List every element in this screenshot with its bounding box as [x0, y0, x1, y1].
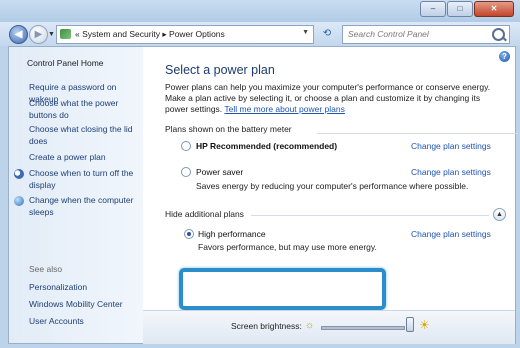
help-icon[interactable]: ?: [499, 51, 510, 62]
back-button[interactable]: ◀: [9, 25, 28, 44]
plan-name-high-performance[interactable]: High performance: [198, 229, 266, 239]
address-dropdown-icon[interactable]: ▼: [302, 29, 309, 36]
sidebar-item-computer-sleeps[interactable]: Change when the computer sleeps: [29, 194, 139, 218]
control-panel-icon: [60, 29, 71, 39]
power-options-window: – □ ✕ ◀ ▶ ▼ « System and Security ▸ Powe…: [0, 0, 520, 348]
brightness-label: Screen brightness:: [231, 321, 302, 331]
dim-sun-icon: ☼: [305, 320, 315, 331]
recent-pages-dropdown-icon[interactable]: ▼: [48, 31, 55, 38]
sleep-globe-icon: [14, 196, 24, 206]
plan-name-power-saver[interactable]: Power saver: [196, 167, 243, 177]
see-also-heading: See also: [29, 264, 63, 274]
change-plan-settings-power-saver[interactable]: Change plan settings: [411, 167, 491, 177]
back-arrow-icon: ◀: [14, 29, 23, 40]
refresh-icon[interactable]: ⟲: [318, 26, 336, 41]
power-plans-help-link[interactable]: Tell me more about power plans: [224, 104, 344, 114]
navigation-bar: ◀ ▶ ▼ « System and Security ▸ Power Opti…: [0, 22, 520, 46]
sidebar: Control Panel Home Require a password on…: [9, 47, 143, 343]
breadcrumb[interactable]: « System and Security ▸ Power Options: [75, 29, 225, 40]
sidebar-item-closing-lid[interactable]: Choose what closing the lid does: [29, 123, 139, 147]
sidebar-item-personalization[interactable]: Personalization: [29, 281, 139, 293]
collapse-chevron-icon[interactable]: ▲: [493, 208, 506, 221]
sidebar-item-power-buttons[interactable]: Choose what the power buttons do: [29, 97, 139, 121]
battery-meter-section-label: Plans shown on the battery meter: [165, 124, 292, 134]
plan-name-hp-recommended[interactable]: HP Recommended (recommended): [196, 141, 337, 151]
brightness-bar: Screen brightness: ☼ ☀: [143, 310, 515, 344]
change-plan-settings-hp-recommended[interactable]: Change plan settings: [411, 141, 491, 151]
brightness-slider-track[interactable]: [321, 326, 405, 330]
plan-desc-power-saver: Saves energy by reducing your computer's…: [196, 181, 469, 191]
search-input[interactable]: Search Control Panel: [342, 25, 510, 44]
minimize-button[interactable]: –: [420, 1, 446, 17]
content-area: Control Panel Home Require a password on…: [8, 46, 518, 344]
plan-radio-high-performance[interactable]: [184, 229, 194, 239]
plan-radio-hp-recommended[interactable]: [181, 141, 191, 151]
plan-radio-power-saver[interactable]: [181, 167, 191, 177]
section-divider: [251, 215, 489, 216]
plan-desc-high-performance: Favors performance, but may use more ene…: [198, 242, 377, 252]
title-bar: – □ ✕: [0, 0, 520, 22]
forward-button[interactable]: ▶: [29, 25, 48, 44]
sidebar-item-turn-off-display[interactable]: Choose when to turn off the display: [29, 167, 139, 191]
maximize-button[interactable]: □: [447, 1, 473, 17]
address-bar[interactable]: « System and Security ▸ Power Options ▼: [56, 25, 314, 44]
search-icon[interactable]: [492, 28, 505, 41]
bright-sun-icon: ☀: [419, 318, 430, 332]
sidebar-item-mobility-center[interactable]: Windows Mobility Center: [29, 298, 139, 310]
display-moon-icon: [14, 169, 24, 179]
sidebar-item-user-accounts[interactable]: User Accounts: [29, 315, 139, 327]
additional-plans-section-label: Hide additional plans: [165, 209, 244, 219]
close-button[interactable]: ✕: [474, 1, 514, 17]
section-divider: [317, 133, 518, 134]
window-controls: – □ ✕: [419, 1, 514, 17]
change-plan-settings-high-performance[interactable]: Change plan settings: [411, 229, 491, 239]
highlight-box: [179, 268, 386, 310]
brightness-slider-thumb[interactable]: [406, 317, 414, 332]
forward-arrow-icon: ▶: [34, 29, 43, 40]
control-panel-home-link[interactable]: Control Panel Home: [27, 58, 104, 68]
sidebar-item-create-plan[interactable]: Create a power plan: [29, 151, 139, 163]
search-placeholder: Search Control Panel: [348, 29, 429, 39]
page-title: Select a power plan: [165, 63, 275, 77]
main-panel: ? Select a power plan Power plans can he…: [151, 47, 518, 343]
intro-text: Power plans can help you maximize your c…: [165, 82, 505, 115]
